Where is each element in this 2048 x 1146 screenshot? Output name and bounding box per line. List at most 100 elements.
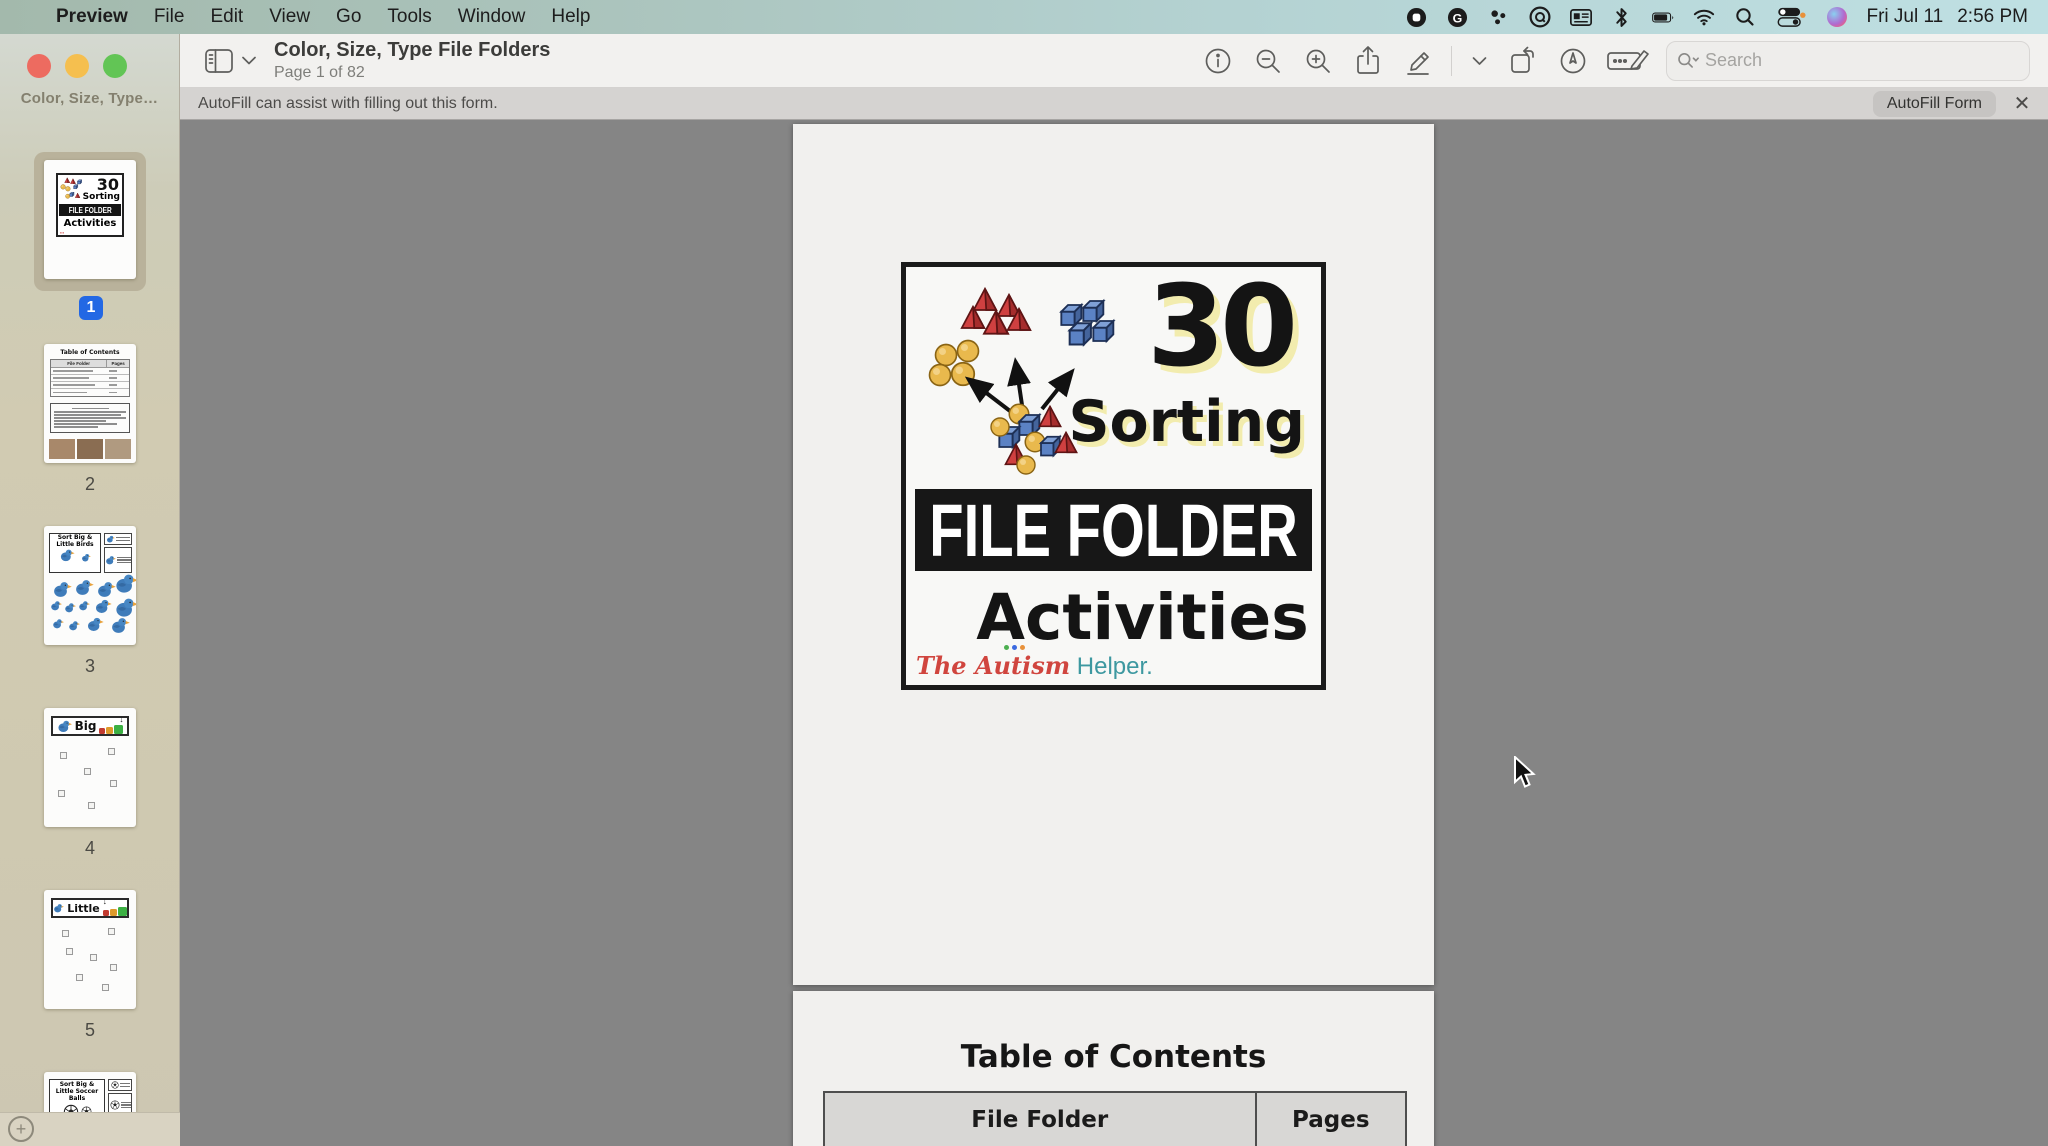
sidebar-doc-label: Color, Size, Type… (0, 90, 179, 107)
menu-bar: Preview File Edit View Go Tools Window H… (0, 0, 2048, 34)
mini-activities: Activities (58, 218, 122, 229)
page-4-number: 4 (0, 838, 180, 859)
swirl-app-icon[interactable] (1529, 6, 1551, 28)
dots-app-icon[interactable] (1488, 6, 1510, 28)
autofill-banner: AutoFill can assist with filling out thi… (180, 88, 2048, 120)
window-controls (27, 54, 127, 78)
battery-icon[interactable] (1652, 6, 1674, 28)
mini-toc-table: File Folder Pages (50, 359, 130, 397)
close-window-button[interactable] (27, 54, 51, 78)
brand-word: Helper. (1077, 653, 1153, 680)
menu-item-tools[interactable]: Tools (374, 6, 444, 28)
spotlight-icon[interactable] (1734, 6, 1756, 28)
toolbar (1201, 41, 2048, 81)
share-button[interactable] (1351, 44, 1385, 78)
menu-date: Fri Jul 11 (1867, 6, 1944, 28)
mouse-cursor (1512, 756, 1540, 790)
toolbar-divider (1451, 46, 1452, 76)
page-2: Table of Contents File Folder Pages (793, 991, 1434, 1146)
menu-clock[interactable]: Fri Jul 11 2:56 PM (1867, 6, 2029, 28)
close-banner-icon[interactable]: ✕ (2010, 91, 2034, 116)
page-1: 30 Sorting FILE FOLDER Activities The Au… (793, 124, 1434, 985)
mini-instructions-box (50, 403, 130, 433)
sidebar-toggle-button[interactable] (202, 44, 258, 78)
status-area: G Fri Jul 11 2:56 PM (1406, 6, 2048, 28)
search-input[interactable] (1705, 50, 1975, 71)
thumbnail-page-4[interactable]: Big ↓ (44, 708, 136, 827)
page-2-number: 2 (0, 474, 180, 495)
menu-item-preview[interactable]: Preview (43, 6, 141, 28)
cover-sorting: Sorting (1069, 389, 1306, 455)
sorting-shapes-illustration (918, 283, 1133, 488)
menu-item-file[interactable]: File (141, 6, 198, 28)
search-field[interactable] (1666, 41, 2030, 81)
search-icon (1677, 51, 1699, 71)
document-title: Color, Size, Type File Folders (274, 38, 550, 62)
autofill-message: AutoFill can assist with filling out thi… (198, 95, 498, 113)
grammarly-icon[interactable]: G (1447, 6, 1469, 28)
mini-brand: ▪▪▪ (60, 230, 64, 235)
menu-item-window[interactable]: Window (445, 6, 539, 28)
menu-items: Preview File Edit View Go Tools Window H… (43, 6, 603, 28)
thumbnail-page-5[interactable]: Little ↓ (44, 890, 136, 1009)
mini-file-folder-bar: FILE FOLDER (59, 204, 121, 216)
document-view[interactable]: 30 Sorting FILE FOLDER Activities The Au… (180, 120, 2048, 1146)
cover-activities: Activities (906, 581, 1321, 654)
menu-time: 2:56 PM (1957, 6, 2028, 28)
autofill-form-button[interactable]: AutoFill Form (1873, 91, 1996, 117)
menu-item-go[interactable]: Go (323, 6, 374, 28)
title-bar: Color, Size, Type File Folders Page 1 of… (180, 34, 2048, 88)
thumbnail-page-1[interactable]: 30 Sorting FILE FOLDER Activities ▪▪▪ (44, 160, 136, 279)
thumbnail-sidebar: Color, Size, Type… 30 Sorting FILE FOLDE… (0, 34, 180, 1146)
mini-toc-title: Table of Contents (44, 349, 136, 356)
thumbnail-page-2[interactable]: Table of Contents File Folder Pages (44, 344, 136, 463)
input-source-icon[interactable] (1570, 6, 1592, 28)
menu-item-edit[interactable]: Edit (197, 6, 256, 28)
markup-chevron-button[interactable] (1468, 44, 1490, 78)
chevron-down-icon (240, 44, 258, 78)
compass-pen-button[interactable] (1556, 44, 1590, 78)
siri-icon[interactable] (1826, 6, 1848, 28)
toc-title: Table of Contents (793, 1039, 1434, 1075)
zoom-out-button[interactable] (1251, 44, 1285, 78)
fullscreen-window-button[interactable] (103, 54, 127, 78)
cover-box: 30 Sorting FILE FOLDER Activities The Au… (901, 262, 1326, 690)
wifi-icon[interactable] (1693, 6, 1715, 28)
mini-little-header: Little ↓ (51, 898, 129, 918)
title-block: Color, Size, Type File Folders Page 1 of… (274, 38, 550, 82)
cover-count: 30 (1147, 269, 1293, 387)
brand-dots (1004, 645, 1025, 650)
mini-photos (49, 439, 131, 459)
bluetooth-icon[interactable] (1611, 6, 1633, 28)
toc-header-pages: Pages (1257, 1093, 1405, 1146)
toc-header-file-folder: File Folder (825, 1093, 1257, 1146)
form-fill-button[interactable] (1606, 44, 1650, 78)
thumbnail-page-3[interactable]: Sort Big & Little Birds (44, 526, 136, 645)
control-center-icon[interactable] (1775, 6, 1807, 28)
mini-soccer-sidebox-1 (108, 1079, 132, 1091)
add-page-button[interactable]: + (8, 1116, 34, 1142)
screen-record-icon[interactable] (1406, 6, 1428, 28)
preview-window: Color, Size, Type File Folders Page 1 of… (0, 34, 2048, 1146)
cover-file-folder-bar: FILE FOLDER (915, 489, 1312, 571)
page-3-number: 3 (0, 656, 180, 677)
mini-cover: 30 Sorting FILE FOLDER Activities ▪▪▪ (56, 173, 124, 237)
sidebar-icon (202, 44, 236, 78)
brand-script: The Autism (916, 651, 1070, 680)
zoom-in-button[interactable] (1301, 44, 1335, 78)
toc-table: File Folder Pages (823, 1091, 1407, 1146)
svg-text:G: G (1453, 11, 1463, 25)
markup-pen-button[interactable] (1401, 44, 1435, 78)
mini-birds-sidebox-1 (104, 533, 132, 545)
mini-birds-titlebox: Sort Big & Little Birds (49, 533, 101, 573)
mini-big-header: Big ↓ (51, 716, 129, 736)
menu-item-help[interactable]: Help (538, 6, 603, 28)
rotate-button[interactable] (1506, 44, 1540, 78)
page-5-number: 5 (0, 1020, 180, 1041)
mini-birds-sidebox-2 (104, 547, 132, 573)
minimize-window-button[interactable] (65, 54, 89, 78)
menu-item-view[interactable]: View (256, 6, 323, 28)
page-indicator: Page 1 of 82 (274, 63, 550, 82)
info-button[interactable] (1201, 44, 1235, 78)
mini-sorting: Sorting (83, 192, 120, 202)
